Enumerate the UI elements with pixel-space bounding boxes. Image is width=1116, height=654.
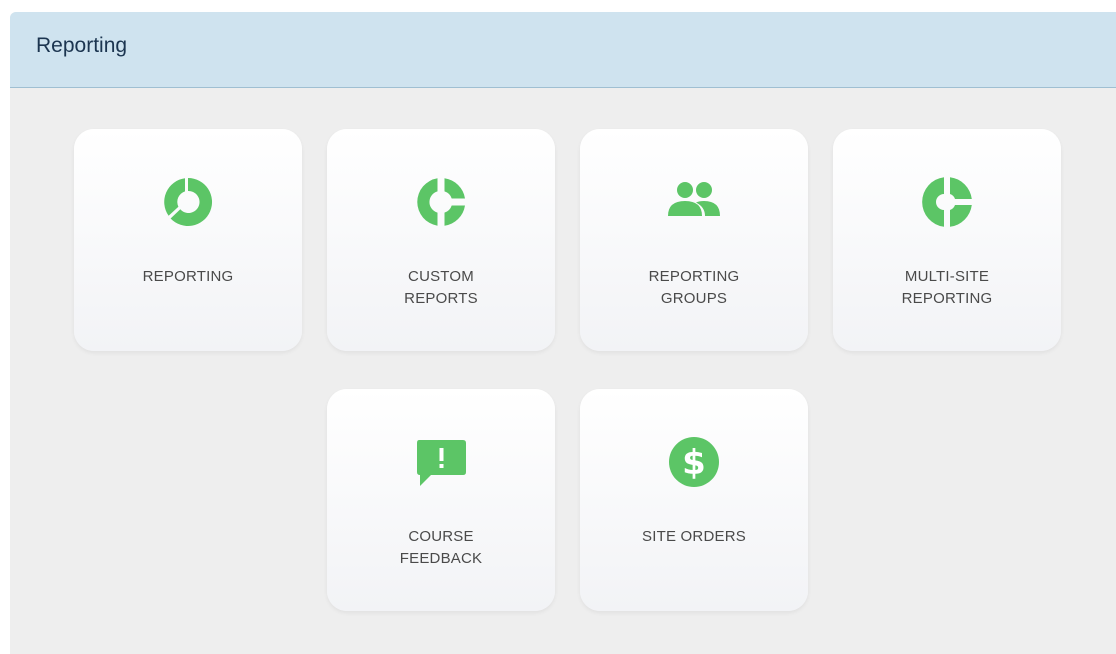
users-group-icon: [666, 174, 722, 230]
tile-site-orders[interactable]: $ SITE ORDERS: [580, 389, 808, 619]
svg-text:$: $: [682, 443, 706, 483]
tile-label-line1: REPORTING: [648, 268, 740, 285]
tile-label-line1: COURSE: [408, 528, 474, 545]
dollar-coin-icon: $: [666, 434, 722, 490]
tile-course-feedback[interactable]: COURSE FEEDBACK: [327, 389, 555, 619]
tile-reporting[interactable]: REPORTING: [74, 129, 302, 359]
tile-label-line2: FEEDBACK: [399, 550, 483, 567]
tile-label-line1: CUSTOM: [408, 268, 474, 285]
tile-label-line2: REPORTS: [404, 290, 478, 307]
donut-chart-icon: [160, 174, 216, 230]
panel-header: Reporting: [10, 12, 1116, 88]
pie-chart-icon: [919, 174, 975, 230]
tile-label-line2: GROUPS: [660, 290, 728, 307]
split-ring-icon: [413, 174, 469, 230]
tile-custom-reports[interactable]: CUSTOM REPORTS: [327, 129, 555, 359]
tile-label-line1: REPORTING: [142, 268, 234, 285]
tile-label-line1: SITE ORDERS: [642, 528, 746, 545]
tile-multi-site-reporting[interactable]: MULTI-SITE REPORTING: [833, 129, 1061, 359]
tile-reporting-groups[interactable]: REPORTING GROUPS: [580, 129, 808, 359]
feedback-alert-icon: [413, 434, 469, 490]
tile-label-line2: REPORTING: [901, 290, 993, 307]
page-title: Reporting: [36, 34, 128, 57]
tile-label-line1: MULTI-SITE: [904, 268, 990, 285]
